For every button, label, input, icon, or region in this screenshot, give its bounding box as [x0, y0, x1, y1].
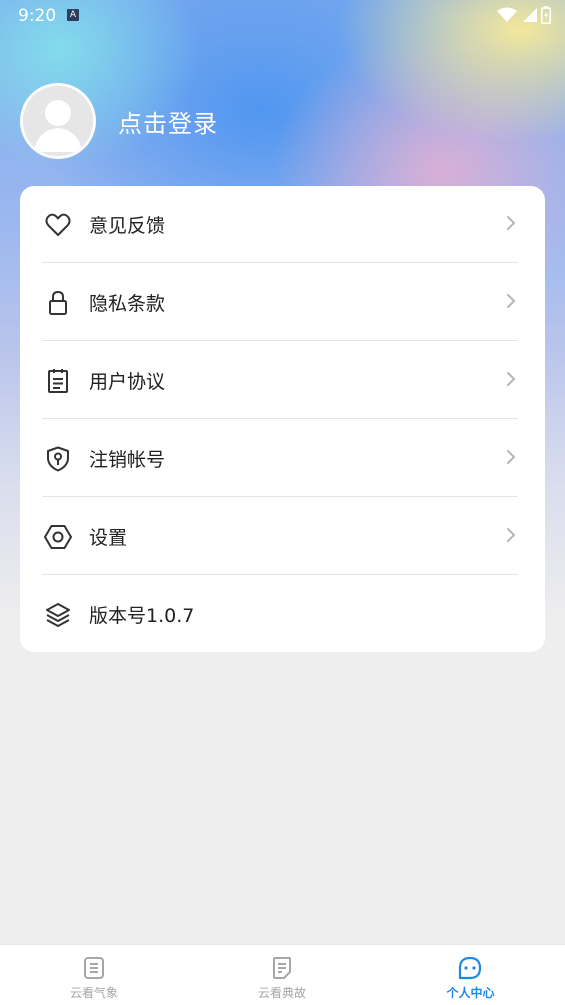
tab-label: 个人中心 [446, 986, 495, 1000]
lock-icon [44, 289, 72, 317]
tab-label: 云看典故 [257, 986, 306, 1000]
divider [42, 574, 518, 575]
hexagon-settings-icon [44, 523, 72, 551]
divider [42, 262, 518, 263]
avatar[interactable] [20, 83, 96, 159]
bottom-tab-bar: 云看气象 云看典故 个人中心 [0, 944, 565, 1005]
layers-icon [44, 601, 72, 629]
chevron-right-icon [507, 450, 516, 464]
menu-item-label: 隐私条款 [89, 293, 166, 315]
status-time: 9:20 [18, 6, 57, 26]
profile-header[interactable]: 点击登录 [20, 83, 218, 159]
chevron-right-icon [507, 528, 516, 542]
chevron-right-icon [507, 216, 516, 230]
shield-key-icon [44, 445, 72, 473]
document-icon [273, 957, 291, 979]
notification-icon: A [67, 9, 79, 21]
version-label: 版本号1.0.7 [89, 605, 195, 627]
tab-weather[interactable]: 云看气象 [0, 945, 188, 1005]
divider [42, 496, 518, 497]
tab-label: 云看气象 [69, 986, 118, 1000]
chevron-right-icon [507, 372, 516, 386]
menu-item-user-agreement[interactable]: 用户协议 [42, 342, 518, 419]
menu-item-settings[interactable]: 设置 [42, 498, 518, 575]
menu-item-label: 用户协议 [89, 371, 166, 393]
menu-item-label: 设置 [89, 527, 128, 549]
tab-profile[interactable]: 个人中心 [376, 945, 565, 1005]
menu-item-privacy[interactable]: 隐私条款 [42, 264, 518, 341]
tab-stories[interactable]: 云看典故 [188, 945, 376, 1005]
login-link[interactable]: 点击登录 [118, 104, 218, 139]
menu-item-label: 意见反馈 [89, 215, 166, 237]
chat-face-icon [458, 956, 482, 980]
menu-item-label: 注销帐号 [89, 449, 166, 471]
notebook-icon [84, 957, 104, 979]
signal-icon [523, 8, 537, 22]
divider [42, 340, 518, 341]
status-bar: 9:20 A [0, 0, 565, 32]
menu-item-feedback[interactable]: 意见反馈 [42, 186, 518, 263]
wifi-icon [497, 7, 517, 22]
default-user-avatar-icon [23, 86, 93, 156]
menu-item-version: 版本号1.0.7 [42, 576, 518, 653]
status-icons [497, 6, 551, 24]
menu-card: 意见反馈 隐私条款 用户协议 注销帐号 设置 版本号1.0.7 [20, 186, 545, 652]
menu-item-delete-account[interactable]: 注销帐号 [42, 420, 518, 497]
chevron-right-icon [507, 294, 516, 308]
battery-icon [541, 6, 551, 24]
clipboard-icon [44, 367, 72, 395]
divider [42, 418, 518, 419]
heart-icon [44, 211, 72, 239]
